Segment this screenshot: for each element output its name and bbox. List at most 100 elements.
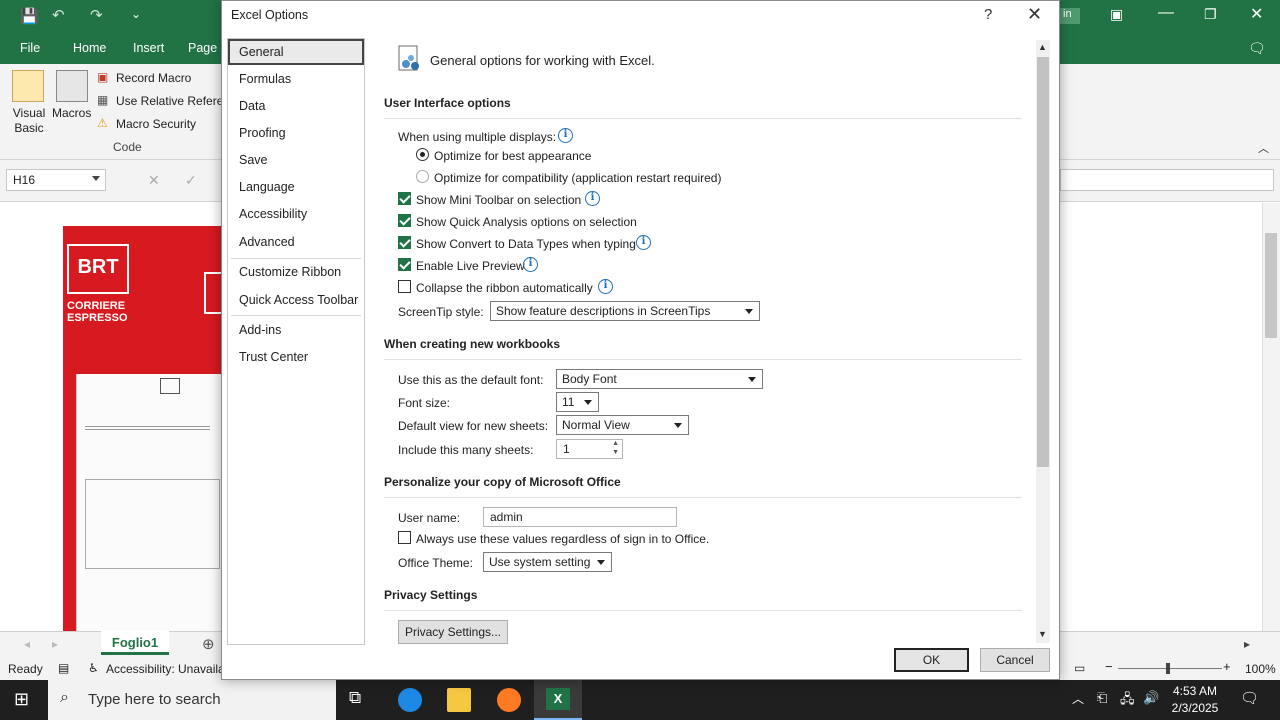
save-icon[interactable]: 💾 [20,7,39,25]
next-sheet-icon[interactable]: ▸ [52,637,58,651]
tab-file[interactable]: File [20,41,40,55]
scroll-right-icon[interactable]: ▸ [1244,637,1250,651]
cancel-entry-icon[interactable]: ✕ [148,172,160,189]
convert-data-types-checkbox[interactable] [398,236,411,249]
page-layout-view-icon[interactable]: ▭ [1074,661,1085,675]
scroll-up-icon[interactable]: ▲ [1038,42,1047,52]
dialog-close-button[interactable]: ✕ [1027,4,1042,25]
ribbon-display-icon[interactable]: ▣ [1110,6,1123,23]
quick-analysis-label[interactable]: Show Quick Analysis options on selection [416,215,637,229]
window-close-icon[interactable]: ✕ [1250,4,1263,24]
optimize-compat-label[interactable]: Optimize for compatibility (application … [434,171,721,185]
nav-formulas[interactable]: Formulas [228,66,364,92]
nav-data[interactable]: Data [228,93,364,119]
zoom-out-icon[interactable]: − [1105,659,1113,674]
nav-quick-access-toolbar[interactable]: Quick Access Toolbar [228,287,364,313]
default-font-dropdown[interactable]: Body Font [556,369,763,389]
restore-icon[interactable]: ❐ [1204,6,1217,23]
taskbar-search[interactable]: ⌕ Type here to search [48,680,336,720]
nav-trust-center[interactable]: Trust Center [228,344,364,370]
minimize-icon[interactable]: — [1158,4,1174,22]
sheets-count-spinner[interactable]: 1 ▲ ▼ [556,439,623,459]
nav-add-ins[interactable]: Add-ins [228,317,364,343]
nav-proofing[interactable]: Proofing [228,120,364,146]
info-icon[interactable]: i [558,128,573,143]
macro-security-button[interactable]: Macro Security [116,117,196,131]
sheet-tab-foglio1[interactable]: Foglio1 [101,631,169,655]
default-view-dropdown[interactable]: Normal View [556,415,689,435]
nav-accessibility[interactable]: Accessibility [228,201,364,227]
collapse-ribbon-checkbox[interactable] [398,280,411,293]
relative-refs-button[interactable]: Use Relative Refere [116,94,223,108]
optimize-appearance-radio[interactable] [416,148,429,161]
help-button[interactable]: ? [984,6,992,23]
prev-sheet-icon[interactable]: ◂ [24,637,30,651]
visual-basic-icon[interactable] [12,70,44,102]
nav-customize-ribbon[interactable]: Customize Ribbon [228,259,364,285]
options-scroll-thumb[interactable] [1037,57,1049,467]
zoom-slider[interactable] [1118,668,1222,669]
volume-icon[interactable]: 🔊 [1143,690,1159,706]
screentip-style-dropdown[interactable]: Show feature descriptions in ScreenTips [490,301,760,321]
notifications-icon[interactable]: 🗨 [1240,689,1259,707]
sheet-vertical-scrollbar[interactable] [1262,203,1280,631]
tray-chevron-icon[interactable]: ︿ [1072,690,1084,707]
live-preview-checkbox[interactable] [398,258,411,271]
add-sheet-icon[interactable]: ⊕ [202,635,215,653]
record-macro-button[interactable]: Record Macro [116,71,191,85]
office-theme-dropdown[interactable]: Use system setting [483,552,612,572]
redo-icon[interactable]: ↷ [90,6,103,24]
nav-general[interactable]: General [228,39,364,65]
optimize-appearance-label[interactable]: Optimize for best appearance [434,149,591,163]
always-use-label[interactable]: Always use these values regardless of si… [416,532,709,546]
info-icon[interactable]: i [585,191,600,206]
mini-toolbar-checkbox[interactable] [398,192,411,205]
live-preview-label[interactable]: Enable Live Preview [416,259,525,273]
network-icon[interactable]: 🖧 [1120,690,1135,712]
spin-up-icon[interactable]: ▲ [612,440,619,447]
enter-icon[interactable]: ✓ [185,172,197,189]
nav-advanced[interactable]: Advanced [228,229,364,255]
formula-input[interactable] [1060,169,1274,191]
optimize-compat-radio[interactable] [416,170,429,183]
info-icon[interactable]: i [598,279,613,294]
tray-clock[interactable]: 4:53 AM 2/3/2025 [1160,683,1230,717]
task-view-icon[interactable]: ⧉ [349,688,373,712]
nav-save[interactable]: Save [228,147,364,173]
status-accessibility[interactable]: Accessibility: Unavaila [106,662,225,676]
macros-label[interactable]: Macros [52,106,91,120]
tab-insert[interactable]: Insert [133,41,164,55]
name-box[interactable]: H16 [6,169,106,191]
zoom-in-icon[interactable]: + [1223,659,1231,674]
zoom-level[interactable]: 100% [1245,662,1276,676]
convert-data-types-label[interactable]: Show Convert to Data Types when typing [416,237,636,251]
customize-qat-icon[interactable]: ⌄ [131,7,141,21]
spin-down-icon[interactable]: ▼ [612,449,619,456]
collapse-ribbon-icon[interactable]: ︿ [1258,140,1269,156]
tab-home[interactable]: Home [73,41,106,55]
macros-icon[interactable] [56,70,88,102]
username-input[interactable]: admin [483,507,677,527]
undo-icon[interactable]: ↶ [52,6,65,24]
collapse-ribbon-label[interactable]: Collapse the ribbon automatically [416,281,593,295]
tray-device-icon[interactable]: ⎗ [1097,690,1107,706]
edge-icon[interactable] [398,688,422,712]
ok-button[interactable]: OK [894,648,969,672]
signin-button[interactable]: in [1060,8,1080,24]
info-icon[interactable]: i [636,235,651,250]
cancel-button[interactable]: Cancel [980,648,1050,672]
nav-language[interactable]: Language [228,174,364,200]
privacy-settings-button[interactable]: Privacy Settings... [398,620,508,644]
always-use-checkbox[interactable] [398,531,411,544]
file-explorer-icon[interactable] [447,688,471,712]
scroll-down-icon[interactable]: ▼ [1038,629,1047,639]
mini-toolbar-label[interactable]: Show Mini Toolbar on selection [416,193,581,207]
font-size-dropdown[interactable]: 11 [556,392,599,412]
sheet-scroll-thumb[interactable] [1265,233,1277,338]
firefox-icon[interactable] [497,688,521,712]
zoom-slider-thumb[interactable] [1166,663,1170,674]
info-icon[interactable]: i [523,257,538,272]
macro-record-icon[interactable]: ▤ [58,661,69,675]
taskbar-excel-active[interactable]: X [534,680,582,720]
windows-start-icon[interactable]: ⊞ [14,689,29,710]
